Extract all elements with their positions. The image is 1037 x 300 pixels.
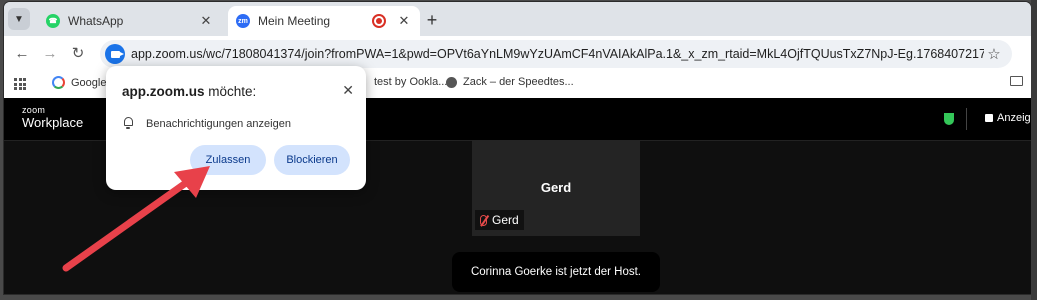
apps-icon[interactable] (14, 78, 26, 90)
popup-title-suffix: möchte: (208, 84, 257, 99)
participant-label-text: Gerd (492, 213, 519, 227)
forward-icon[interactable]: → (40, 43, 60, 63)
bookmark-label: Zack – der Speedtes... (463, 76, 574, 88)
recording-icon (372, 14, 386, 28)
bookmark-google[interactable]: Google (52, 76, 106, 89)
bookmark-zack[interactable]: Zack – der Speedtes... (446, 76, 574, 88)
logo-small-text: zoom (22, 105, 46, 115)
view-button[interactable]: Anzeig (985, 112, 1031, 124)
window-edge (1031, 0, 1037, 300)
back-icon[interactable]: ← (12, 43, 32, 63)
tab-whatsapp[interactable]: ☎ WhatsApp ✕ (38, 6, 222, 36)
bookmark-star-icon[interactable]: ☆ (984, 45, 1004, 63)
site-info-icon[interactable] (105, 44, 125, 64)
address-bar[interactable]: app.zoom.us/wc/71808041374/join?fromPWA=… (100, 40, 1012, 68)
zoom-icon: zm (236, 14, 250, 28)
globe-icon (446, 76, 457, 88)
tab-mein-meeting[interactable]: zm Mein Meeting ✕ (228, 6, 420, 36)
participant-tile[interactable]: Gerd Gerd (472, 140, 640, 236)
reload-icon[interactable]: ↻ (68, 43, 88, 63)
tab-strip: ▼ ☎ WhatsApp ✕ zm Mein Meeting ✕ + (4, 2, 1031, 36)
grid-icon (985, 114, 993, 122)
tab-title: WhatsApp (68, 14, 124, 28)
close-icon[interactable]: ✕ (396, 13, 412, 29)
host-notification-toast: Corinna Goerke ist jetzt der Host. (452, 252, 660, 292)
bookmarks-folder[interactable] (1010, 76, 1029, 86)
allow-button[interactable]: Zulassen (190, 145, 266, 175)
browser-window: ▼ ☎ WhatsApp ✕ zm Mein Meeting ✕ + ← → ↻… (4, 2, 1031, 294)
shield-icon[interactable] (944, 113, 954, 125)
url-text[interactable]: app.zoom.us/wc/71808041374/join?fromPWA=… (131, 47, 984, 61)
tab-search-button[interactable]: ▼ (8, 8, 30, 30)
new-tab-button[interactable]: + (422, 10, 442, 30)
divider (966, 108, 967, 130)
whatsapp-icon: ☎ (46, 14, 60, 28)
toast-text: Corinna Goerke ist jetzt der Host. (470, 266, 641, 278)
mic-muted-icon (480, 214, 487, 226)
block-button[interactable]: Blockieren (274, 145, 350, 175)
popup-title: app.zoom.us möchte: (122, 84, 256, 99)
folder-icon (1010, 76, 1023, 86)
permission-text: Benachrichtigungen anzeigen (146, 118, 291, 130)
bookmark-label: Google (71, 76, 107, 89)
view-label: Anzeig (997, 112, 1031, 124)
participant-label: Gerd (475, 210, 524, 230)
google-icon (52, 76, 65, 89)
bookmark-ookla[interactable]: test by Ookla... (374, 76, 447, 88)
popup-site: app.zoom.us (122, 84, 205, 99)
close-icon[interactable]: ✕ (342, 82, 354, 99)
browser-toolbar: ← → ↻ app.zoom.us/wc/71808041374/join?fr… (4, 36, 1031, 70)
close-icon[interactable]: ✕ (198, 13, 214, 29)
logo-big-text: Workplace (22, 115, 84, 130)
zoom-logo: zoom Workplace (22, 105, 84, 130)
notification-permission-popup: app.zoom.us möchte: ✕ Benachrichtigungen… (106, 66, 366, 190)
bookmark-label: test by Ookla... (374, 76, 448, 88)
participant-name: Gerd (540, 180, 572, 195)
tab-title: Mein Meeting (258, 14, 331, 28)
bell-icon (124, 117, 133, 129)
